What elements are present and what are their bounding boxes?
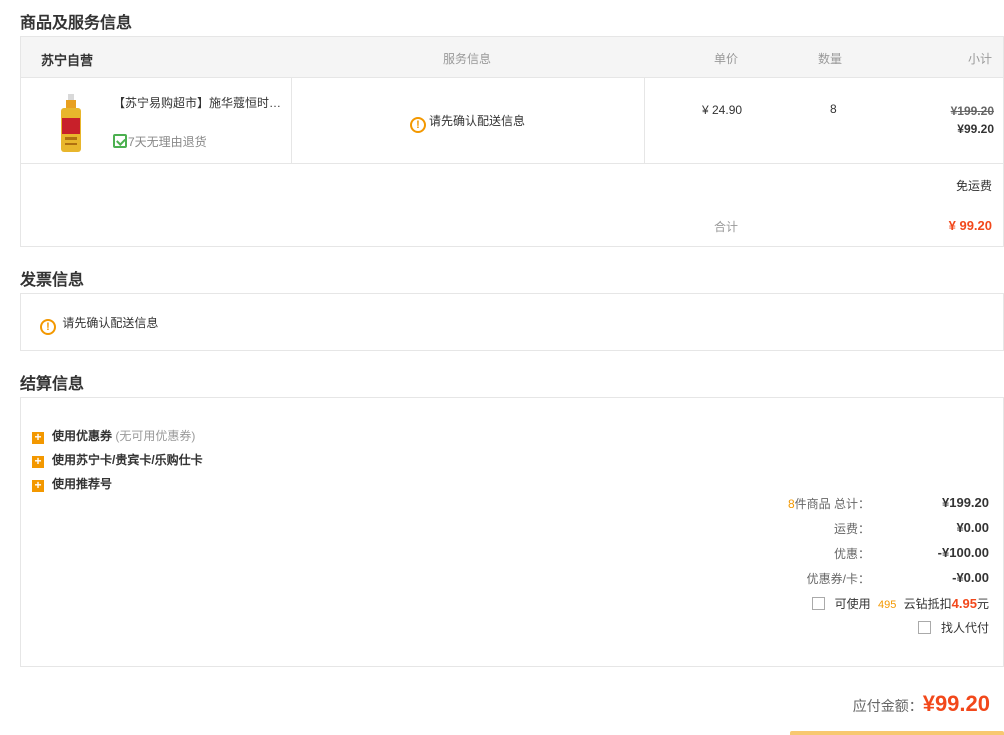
column-subtotal: 小计 xyxy=(967,52,992,66)
column-quantity: 数量 xyxy=(818,52,843,66)
proxy-pay-label: 找人代付 xyxy=(940,621,989,635)
expand-plus-icon[interactable]: + xyxy=(32,431,44,444)
warning-icon: ! xyxy=(410,117,426,133)
payable-value: ¥99.20 xyxy=(922,691,990,716)
freight-row: 运费： ¥0.00 xyxy=(589,520,989,538)
service-notice-text: 请先确认配送信息 xyxy=(429,114,526,128)
diamond-prefix: 可使用 xyxy=(834,597,871,611)
total-label: 合计 xyxy=(714,220,739,234)
diamond-unit: 元 xyxy=(976,597,989,611)
diamond-middle: 云钻抵扣 xyxy=(903,597,952,611)
store-name[interactable]: 苏宁自营 xyxy=(41,50,93,69)
use-coupon-option[interactable]: + 使用优惠券 (无可用优惠券) xyxy=(32,427,195,444)
invoice-notice: ! 请先确认配送信息 xyxy=(40,314,158,335)
submit-order-button[interactable] xyxy=(790,731,1004,735)
freight-value: ¥0.00 xyxy=(956,520,989,535)
invoice-section-title: 发票信息 xyxy=(20,272,85,289)
expand-plus-icon[interactable]: + xyxy=(32,479,44,492)
goods-total-row: 8件商品 总计： ¥199.20 xyxy=(589,495,989,513)
goods-section-title: 商品及服务信息 xyxy=(20,15,133,32)
diamond-checkbox[interactable] xyxy=(811,597,825,610)
goods-total-value: ¥199.20 xyxy=(942,495,989,510)
product-name-link[interactable]: 【苏宁易购超市】施华蔻恒时珍… xyxy=(113,94,291,111)
coupon-card-row: 优惠券/卡： -¥0.00 xyxy=(589,570,989,588)
service-notice: ! 请先确认配送信息 xyxy=(410,112,525,133)
return-policy: 7天无理由退货 xyxy=(113,133,207,150)
service-cell: ! 请先确认配送信息 xyxy=(292,78,645,163)
goods-cell: 【苏宁易购超市】施华蔻恒时珍… 7天无理由退货 xyxy=(21,78,292,163)
coupon-card-label: 优惠券/卡： xyxy=(806,572,870,586)
return-policy-icon xyxy=(113,134,127,148)
expand-plus-icon[interactable]: + xyxy=(32,455,44,468)
unit-price: ¥ 24.90 xyxy=(702,103,743,117)
payable-label: 应付金额： xyxy=(852,698,923,714)
freight-label: 运费： xyxy=(833,522,870,536)
column-service: 服务信息 xyxy=(443,52,492,66)
settlement-box: + 使用优惠券 (无可用优惠券) + 使用苏宁卡/贵宾卡/乐购仕卡 + 使用推荐号 8… xyxy=(20,397,1004,667)
subtotal: ¥99.20 xyxy=(957,122,994,136)
proxy-pay-row: 找人代付 xyxy=(917,619,989,636)
free-shipping-label: 免运费 xyxy=(955,179,992,193)
original-subtotal: ¥199.20 xyxy=(950,104,994,118)
goods-row: 【苏宁易购超市】施华蔻恒时珍… 7天无理由退货 ! 请先确认配送信息 ¥ 24.9… xyxy=(21,78,1003,164)
goods-table-header: 苏宁自营 服务信息 单价 数量 小计 xyxy=(21,37,1003,78)
use-referrer-label: 使用推荐号 xyxy=(52,477,113,491)
proxy-pay-checkbox[interactable] xyxy=(917,621,931,634)
column-price: 单价 xyxy=(714,52,739,66)
use-coupon-label: 使用优惠券 xyxy=(52,429,113,443)
invoice-notice-text: 请先确认配送信息 xyxy=(62,316,159,330)
use-referrer-option[interactable]: + 使用推荐号 xyxy=(32,475,112,492)
quantity: 8 xyxy=(830,102,837,116)
discount-value: -¥100.00 xyxy=(937,545,989,560)
goods-total-label: 8件商品 总计： xyxy=(788,495,870,512)
diamond-deduction-row: 可使用 495 云钻抵扣4.95元 xyxy=(811,595,989,612)
goods-count: 8 xyxy=(787,497,795,511)
diamond-count: 495 xyxy=(877,599,897,611)
return-policy-label: 7天无理由退货 xyxy=(128,135,207,149)
diamond-amount: 4.95 xyxy=(951,596,977,611)
use-card-label: 使用苏宁卡/贵宾卡/乐购仕卡 xyxy=(52,453,203,467)
use-card-option[interactable]: + 使用苏宁卡/贵宾卡/乐购仕卡 xyxy=(32,451,203,468)
settlement-section-title: 结算信息 xyxy=(20,376,85,393)
coupon-availability: (无可用优惠券) xyxy=(115,429,196,443)
invoice-box: ! 请先确认配送信息 xyxy=(20,293,1004,351)
payable-amount: 应付金额：¥99.20 xyxy=(853,691,990,717)
total-value: ¥ 99.20 xyxy=(948,218,992,233)
goods-total-label-text: 件商品 总计： xyxy=(794,497,870,511)
discount-label: 优惠： xyxy=(833,547,870,561)
goods-table: 苏宁自营 服务信息 单价 数量 小计 【苏宁易购超市】施华蔻恒时珍… 7天无理由… xyxy=(20,36,1004,247)
warning-icon: ! xyxy=(40,319,56,335)
coupon-card-value: -¥0.00 xyxy=(952,570,989,585)
product-thumbnail[interactable] xyxy=(59,94,83,154)
discount-row: 优惠： -¥100.00 xyxy=(589,545,989,563)
